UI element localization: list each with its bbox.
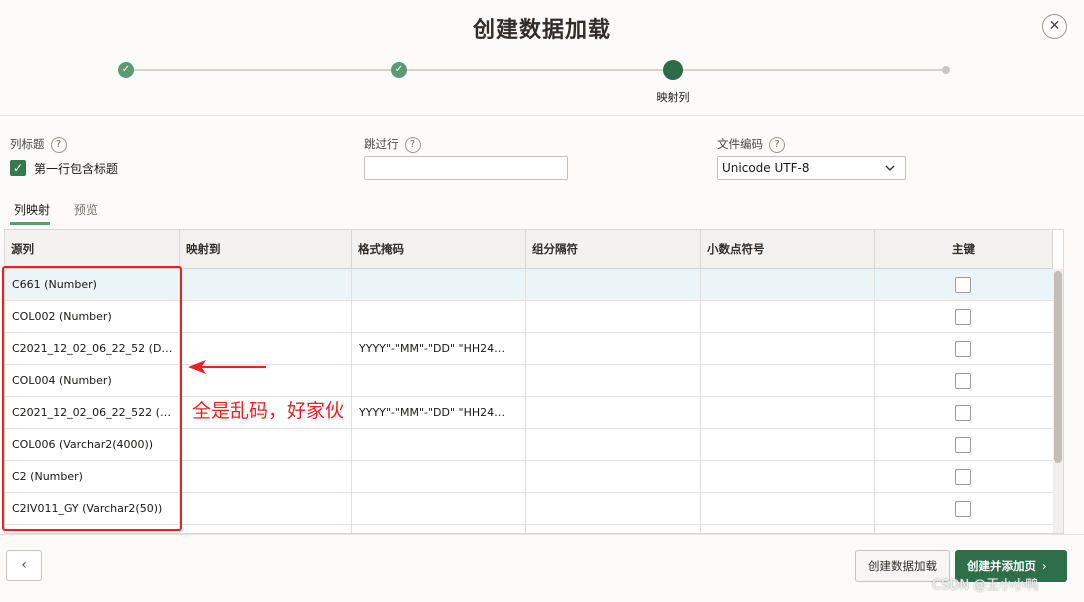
step-4-future-marker	[942, 66, 950, 74]
group-separator-cell[interactable]	[526, 461, 701, 493]
column-header-map-to[interactable]: 映射到	[180, 230, 352, 269]
format-mask-cell[interactable]	[352, 461, 526, 493]
primary-key-checkbox[interactable]	[955, 501, 971, 517]
create-and-add-page-label: 创建并添加页	[967, 559, 1036, 573]
primary-key-checkbox[interactable]	[955, 277, 971, 293]
column-header-format-mask[interactable]: 格式掩码	[352, 230, 526, 269]
divider	[0, 115, 1084, 116]
file-encoding-label: 文件编码	[717, 137, 763, 151]
column-header-label: 列标题	[10, 137, 45, 151]
skip-rows-input[interactable]	[364, 156, 568, 180]
map-to-cell[interactable]	[180, 461, 352, 493]
format-mask-cell[interactable]	[352, 525, 526, 533]
decimal-symbol-cell[interactable]	[701, 493, 875, 525]
map-to-cell[interactable]	[180, 429, 352, 461]
help-icon[interactable]: ?	[50, 136, 67, 153]
help-icon[interactable]: ?	[404, 136, 421, 153]
group-separator-cell[interactable]	[526, 333, 701, 365]
tab-preview[interactable]: 预览	[74, 201, 98, 218]
watermark: CSDN @王小小鸭	[932, 578, 1039, 593]
format-mask-cell[interactable]	[352, 493, 526, 525]
group-separator-cell[interactable]	[526, 301, 701, 333]
decimal-symbol-cell[interactable]	[701, 301, 875, 333]
map-to-cell[interactable]	[180, 301, 352, 333]
format-mask-cell[interactable]: YYYY"-"MM"-"DD" "HH24…	[352, 397, 526, 429]
group-separator-cell[interactable]	[526, 397, 701, 429]
group-separator-cell[interactable]	[526, 269, 701, 301]
decimal-symbol-cell[interactable]	[701, 429, 875, 461]
file-encoding-select[interactable]: Unicode UTF-8	[717, 156, 906, 180]
decimal-symbol-cell[interactable]	[701, 269, 875, 301]
format-mask-cell[interactable]	[352, 301, 526, 333]
decimal-symbol-cell[interactable]	[701, 525, 875, 533]
skip-rows-field: 跳过行?	[364, 136, 421, 153]
decimal-symbol-cell[interactable]	[701, 365, 875, 397]
primary-key-checkbox[interactable]	[955, 405, 971, 421]
annotation-text: 全是乱码，好家伙	[192, 400, 345, 422]
decimal-symbol-cell[interactable]	[701, 461, 875, 493]
decimal-symbol-cell[interactable]	[701, 397, 875, 429]
chevron-down-icon	[885, 157, 895, 187]
annotation-highlight-box	[2, 266, 182, 531]
map-to-cell[interactable]	[180, 269, 352, 301]
current-step-label: 映射列	[656, 91, 690, 104]
skip-rows-label: 跳过行	[364, 137, 399, 151]
column-header-field: 列标题?	[10, 136, 67, 153]
progress-track	[126, 69, 942, 71]
format-mask-cell[interactable]	[352, 269, 526, 301]
column-header-source[interactable]: 源列	[5, 230, 180, 269]
chevron-right-icon: ›	[1042, 559, 1047, 573]
map-to-cell[interactable]	[180, 525, 352, 533]
map-to-cell[interactable]	[180, 493, 352, 525]
group-separator-cell[interactable]	[526, 365, 701, 397]
primary-key-checkbox[interactable]	[955, 469, 971, 485]
file-encoding-field: 文件编码?	[717, 136, 785, 153]
primary-key-checkbox[interactable]	[955, 437, 971, 453]
primary-key-checkbox[interactable]	[955, 309, 971, 325]
file-encoding-value: Unicode UTF-8	[722, 161, 810, 175]
grid-header: 源列 映射到 格式掩码 组分隔符 小数点符号 主键	[5, 230, 1053, 269]
help-icon[interactable]: ?	[769, 136, 785, 153]
format-mask-cell[interactable]	[352, 429, 526, 461]
tab-column-mapping[interactable]: 列映射	[14, 201, 50, 218]
group-separator-cell[interactable]	[526, 429, 701, 461]
decimal-symbol-cell[interactable]	[701, 333, 875, 365]
create-data-load-dialog: 创建数据加载 ✕ ✓ ✓ 映射列 列标题? ✓ 第一行包含标题 跳过行? 文件编…	[0, 0, 1084, 602]
column-header-decimal-symbol[interactable]: 小数点符号	[701, 230, 875, 269]
column-header-primary-key[interactable]: 主键	[875, 230, 1053, 269]
group-separator-cell[interactable]	[526, 525, 701, 533]
primary-key-checkbox[interactable]	[955, 341, 971, 357]
grid-scrollbar-thumb[interactable]	[1054, 271, 1062, 463]
dialog-title: 创建数据加载	[472, 18, 611, 43]
format-mask-cell[interactable]: YYYY"-"MM"-"DD" "HH24…	[352, 333, 526, 365]
active-tab-indicator	[10, 222, 50, 225]
first-row-header-label: 第一行包含标题	[34, 162, 119, 176]
step-1-check-icon: ✓	[118, 62, 134, 78]
primary-key-checkbox[interactable]	[955, 373, 971, 389]
first-row-header-checkbox[interactable]: ✓	[10, 160, 26, 176]
annotation-arrow-icon	[188, 360, 266, 374]
format-mask-cell[interactable]	[352, 365, 526, 397]
previous-button[interactable]: ‹	[6, 550, 42, 581]
group-separator-cell[interactable]	[526, 493, 701, 525]
step-2-check-icon: ✓	[391, 62, 407, 78]
step-3-current-marker	[663, 60, 683, 80]
close-button[interactable]: ✕	[1042, 14, 1067, 39]
tab-bar: 列映射 预览	[0, 197, 200, 225]
column-header-group-separator[interactable]: 组分隔符	[526, 230, 701, 269]
footer-divider	[0, 534, 1084, 535]
